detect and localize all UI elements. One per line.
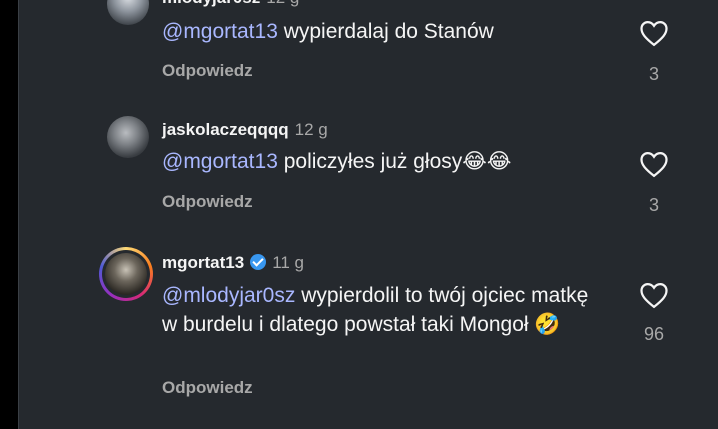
reply-button[interactable]: Odpowiedz xyxy=(162,378,253,398)
comment-time: 11 g xyxy=(272,253,305,272)
comment-body: wypierdalaj do Stanów xyxy=(277,20,494,43)
heart-icon[interactable] xyxy=(639,19,669,47)
heart-icon[interactable] xyxy=(639,150,669,178)
comment-username[interactable]: jaskolaczeqqqq xyxy=(162,120,289,140)
mention-link[interactable]: @mgortat13 xyxy=(162,20,278,43)
comment-time: 12 g xyxy=(266,0,299,8)
comment-text: @mgortat13 policzyłes już głosy😂😂 xyxy=(162,147,602,176)
verified-badge-icon xyxy=(250,254,267,270)
comment-text: @mgortat13 wypierdalaj do Stanów xyxy=(162,17,602,46)
like-count: 3 xyxy=(648,195,659,215)
reply-button[interactable]: Odpowiedz xyxy=(162,192,253,212)
comment-username[interactable]: mlodyjar0sz xyxy=(162,0,260,8)
avatar[interactable] xyxy=(107,116,149,158)
avatar-story-ring[interactable] xyxy=(99,247,153,301)
like-count: 3 xyxy=(648,64,659,84)
heart-icon[interactable] xyxy=(639,281,669,309)
avatar[interactable] xyxy=(107,0,149,25)
comment-time: 12 g xyxy=(294,120,328,139)
comments-panel: mlodyjar0sz 12 g @mgortat13 wypierdalaj … xyxy=(18,0,718,429)
comment-body: policzyłes już głosy😂😂 xyxy=(277,150,512,173)
like-count: 96 xyxy=(643,324,665,344)
reply-button[interactable]: Odpowiedz xyxy=(162,61,253,81)
avatar xyxy=(105,253,147,295)
mention-link[interactable]: @mlodyjar0sz xyxy=(162,284,295,307)
comment-username[interactable]: mgortat13 xyxy=(162,253,244,273)
mention-link[interactable]: @mgortat13 xyxy=(162,150,278,173)
comment-text: @mlodyjar0sz wypierdolil to twój ojciec … xyxy=(162,281,602,339)
